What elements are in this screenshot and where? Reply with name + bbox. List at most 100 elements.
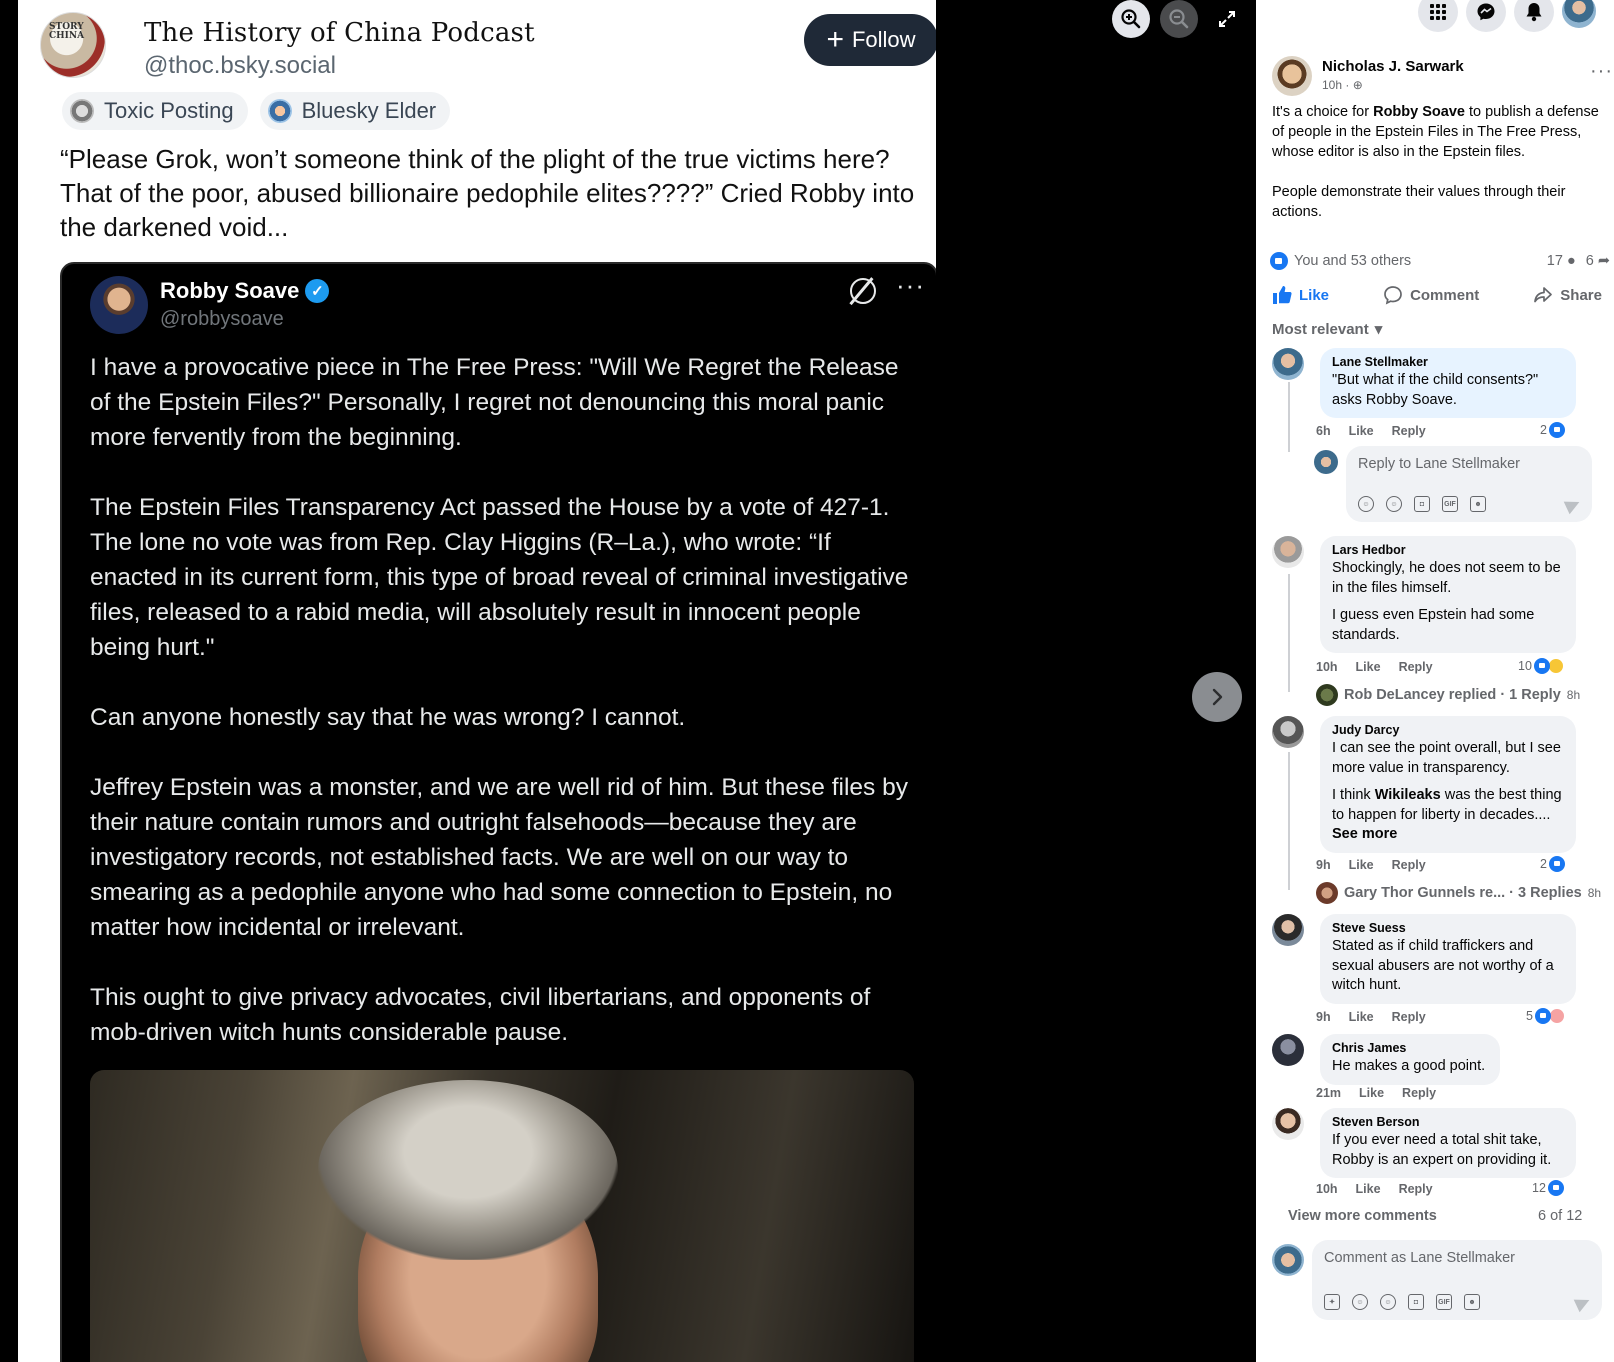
- badge: Toxic Posting: [62, 92, 248, 130]
- bsky-header: STORY CHINA The History of China Podcast …: [40, 10, 920, 80]
- fullscreen-icon[interactable]: [1208, 0, 1246, 38]
- comment-paragraph: I think Wikileaks was the best thing to …: [1332, 786, 1564, 845]
- like-reaction-icon: [1547, 1180, 1564, 1196]
- comment-like-button[interactable]: Like: [1356, 660, 1381, 674]
- comment-input[interactable]: Comment as Lane Stellmaker ✦ ☺ ☺ ◘ GIF ☻: [1312, 1240, 1602, 1320]
- post-text-part: It's a choice for: [1272, 104, 1374, 120]
- camera-icon[interactable]: ◘: [1408, 1294, 1424, 1310]
- messenger-icon[interactable]: [1466, 0, 1506, 32]
- comment-time[interactable]: 9h: [1316, 1010, 1331, 1024]
- share-label: Share: [1560, 286, 1602, 304]
- commenter-name[interactable]: Steve Suess: [1332, 921, 1564, 935]
- send-icon[interactable]: [1563, 495, 1583, 515]
- view-replies-link[interactable]: Gary Thor Gunnels re... · 3 Replies 8h: [1316, 882, 1601, 904]
- comment-reaction-count[interactable]: 12: [1532, 1180, 1564, 1196]
- mention-link[interactable]: Robby Soave: [1373, 104, 1465, 120]
- post-photo[interactable]: STORY CHINA The History of China Podcast …: [18, 0, 936, 1362]
- emoji-icon[interactable]: ☺: [1386, 496, 1402, 512]
- comment-bubble: Lars Hedbor Shockingly, he does not seem…: [1320, 536, 1576, 653]
- commenter-name[interactable]: Lane Stellmaker: [1332, 355, 1564, 369]
- comment-meta: 10h Like Reply: [1316, 1182, 1433, 1196]
- account-avatar[interactable]: [1560, 0, 1598, 30]
- reaction-count-value: 2: [1540, 423, 1547, 437]
- view-replies-link[interactable]: Rob DeLancey replied · 1 Reply 8h: [1316, 684, 1580, 706]
- commenter-name[interactable]: Steven Berson: [1332, 1115, 1564, 1129]
- reaction-count-value: 2: [1540, 857, 1547, 871]
- reaction-text[interactable]: You and 53 others: [1294, 253, 1411, 269]
- commenter-avatar[interactable]: [1272, 1034, 1304, 1066]
- comment-reaction-count[interactable]: 10: [1518, 658, 1564, 674]
- photo-viewer: STORY CHINA The History of China Podcast …: [0, 0, 1614, 1362]
- comment-like-button[interactable]: Like: [1349, 1010, 1374, 1024]
- send-icon[interactable]: [1573, 1293, 1593, 1313]
- emoji-icon[interactable]: ☺: [1380, 1294, 1396, 1310]
- comment-like-button[interactable]: Like: [1349, 424, 1374, 438]
- zoom-out-icon[interactable]: [1160, 0, 1198, 38]
- commenter-avatar[interactable]: [1272, 914, 1304, 946]
- bsky-badges: Toxic Posting Bluesky Elder: [62, 92, 451, 130]
- post-options-icon[interactable]: ···: [1590, 60, 1613, 83]
- zoom-in-icon[interactable]: [1112, 0, 1150, 38]
- share-button[interactable]: Share: [1533, 282, 1602, 308]
- comment-time[interactable]: 6h: [1316, 424, 1331, 438]
- comment-like-button[interactable]: Like: [1349, 858, 1374, 872]
- comment-like-button[interactable]: Like: [1359, 1086, 1384, 1100]
- comment-reply-button[interactable]: Reply: [1392, 424, 1426, 438]
- love-reaction-icon: [1548, 1008, 1565, 1024]
- comment-time[interactable]: 10h: [1316, 660, 1338, 674]
- commenter-avatar[interactable]: [1272, 1108, 1304, 1140]
- commenter-name[interactable]: Judy Darcy: [1332, 723, 1564, 737]
- replies-time: 8h: [1587, 886, 1602, 900]
- author-avatar[interactable]: [1272, 56, 1312, 96]
- post-paragraph: It's a choice for Robby Soave to publish…: [1272, 102, 1602, 162]
- comment-time[interactable]: 9h: [1316, 858, 1331, 872]
- commenter-avatar[interactable]: [1272, 716, 1304, 748]
- sticker-icon[interactable]: ☻: [1464, 1294, 1480, 1310]
- comment-reply-button[interactable]: Reply: [1402, 1086, 1436, 1100]
- like-button[interactable]: Like: [1272, 282, 1329, 308]
- composer-avatar: [1272, 1244, 1304, 1276]
- commenter-name[interactable]: Lars Hedbor: [1332, 543, 1564, 557]
- sticker-icon[interactable]: ☻: [1470, 496, 1486, 512]
- next-photo-button[interactable]: [1192, 672, 1242, 722]
- comment-reply-button[interactable]: Reply: [1399, 1182, 1433, 1196]
- comment-button[interactable]: Comment: [1383, 282, 1479, 308]
- badge-avatar-icon: [267, 99, 292, 123]
- gif-icon[interactable]: GIF: [1442, 496, 1458, 512]
- reply-input[interactable]: Reply to Lane Stellmaker ☺ ☺ ◘ GIF ☻: [1346, 446, 1592, 522]
- commenter-avatar[interactable]: [1272, 348, 1304, 380]
- badge-avatar-icon: [70, 99, 94, 123]
- comment-time[interactable]: 10h: [1316, 1182, 1338, 1196]
- avatar-sticker-icon[interactable]: ☺: [1358, 496, 1374, 512]
- comment-reaction-count[interactable]: 2: [1540, 856, 1565, 872]
- comment-time[interactable]: 21m: [1316, 1086, 1341, 1100]
- follow-label: Follow: [851, 27, 916, 52]
- comment-sort-dropdown[interactable]: Most relevant ▾: [1272, 320, 1383, 339]
- notifications-icon[interactable]: [1514, 0, 1554, 32]
- comment-like-button[interactable]: Like: [1356, 1182, 1381, 1196]
- share-count-value: 6: [1585, 253, 1594, 269]
- comment-reply-button[interactable]: Reply: [1399, 660, 1433, 674]
- comment-reply-button[interactable]: Reply: [1392, 1010, 1426, 1024]
- share-count[interactable]: 6 ➦: [1586, 253, 1610, 269]
- haha-reaction-icon: [1547, 658, 1564, 674]
- camera-icon[interactable]: ◘: [1414, 496, 1430, 512]
- gif-icon[interactable]: GIF: [1436, 1294, 1452, 1310]
- commenter-avatar[interactable]: [1272, 536, 1304, 568]
- comment-meta: 9h Like Reply: [1316, 858, 1426, 872]
- post-paragraph: People demonstrate their values through …: [1272, 184, 1566, 220]
- comment-reaction-count[interactable]: 2: [1540, 422, 1565, 438]
- view-more-comments-link[interactable]: View more comments: [1288, 1208, 1437, 1224]
- author-name[interactable]: Nicholas J. Sarwark: [1322, 58, 1464, 75]
- menu-grid-icon[interactable]: [1418, 0, 1458, 32]
- commenter-name[interactable]: Chris James: [1332, 1041, 1488, 1055]
- comment-count[interactable]: 17 ●: [1547, 253, 1576, 269]
- caret-down-icon: ▾: [1374, 321, 1383, 338]
- avatar-sticker-icon[interactable]: ☺: [1352, 1294, 1368, 1310]
- comment-bubble: Chris James He makes a good point.: [1320, 1034, 1500, 1085]
- comment-reaction-count[interactable]: 5: [1526, 1008, 1565, 1024]
- ai-sparkle-icon[interactable]: ✦: [1324, 1294, 1340, 1310]
- comment-reply-button[interactable]: Reply: [1392, 858, 1426, 872]
- comment-bubble: Steven Berson If you ever need a total s…: [1320, 1108, 1576, 1178]
- see-more-link[interactable]: See more: [1332, 826, 1397, 842]
